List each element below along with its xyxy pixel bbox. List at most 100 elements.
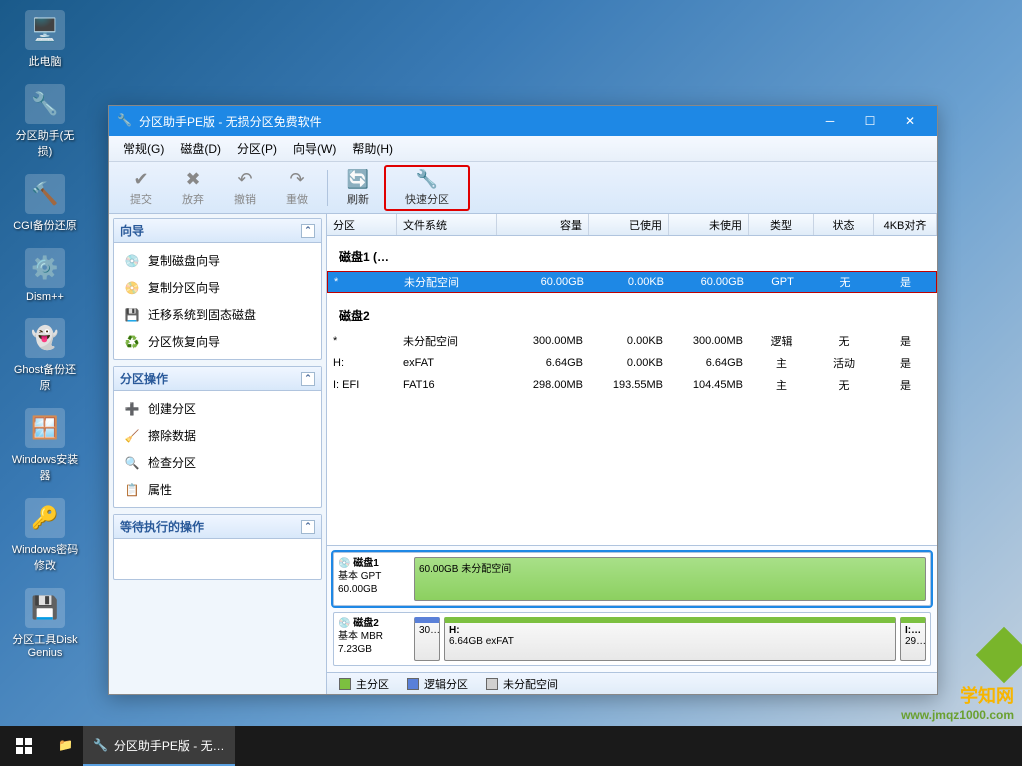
- wizard-panel-title: 向导: [120, 222, 144, 239]
- menu-bar: 常规(G)磁盘(D)分区(P)向导(W)帮助(H): [109, 136, 937, 162]
- app-icon: 🔧: [117, 113, 133, 129]
- toolbar-icon: 🔄: [347, 169, 369, 191]
- desktop-icon-0[interactable]: 🖥️ 此电脑: [10, 10, 80, 69]
- column-header[interactable]: 未使用: [669, 214, 749, 235]
- toolbar-icon: ↶: [237, 169, 252, 191]
- disk-group-title[interactable]: 磁盘1 (…: [327, 242, 937, 271]
- toolbar-快速分区[interactable]: 🔧快速分区: [384, 165, 470, 211]
- table-cell: 无: [815, 274, 875, 290]
- desktop-icon-6[interactable]: 🔑Windows密码修改: [10, 498, 80, 573]
- desktop-icon-image: 🖥️: [25, 10, 65, 50]
- table-cell: 0.00KB: [590, 276, 670, 288]
- sidebar-item[interactable]: 🧹 擦除数据: [114, 422, 321, 449]
- column-header[interactable]: 容量: [497, 214, 589, 235]
- title-bar[interactable]: 🔧 分区助手PE版 - 无损分区免费软件 ─ ☐ ✕: [109, 106, 937, 136]
- disk-group-title[interactable]: 磁盘2: [327, 301, 937, 330]
- desktop-icon-label: Windows安装器: [10, 451, 80, 483]
- table-cell: *: [328, 276, 398, 288]
- toolbar-刷新[interactable]: 🔄刷新: [332, 165, 384, 211]
- sidebar-item[interactable]: ♻️分区恢复向导: [114, 328, 321, 355]
- minimize-button[interactable]: ─: [811, 109, 849, 133]
- desktop-icon-image: 👻: [25, 318, 65, 358]
- collapse-icon[interactable]: ⌃: [301, 372, 315, 386]
- sidebar-item-icon: 🧹: [124, 428, 140, 444]
- partition-table[interactable]: 磁盘1 (…*未分配空间60.00GB0.00KB60.00GBGPT无是磁盘2…: [327, 236, 937, 545]
- desktop-icon-image: ⚙️: [25, 248, 65, 288]
- desktop-icon-label: 分区工具DiskGenius: [10, 631, 80, 659]
- sidebar-item[interactable]: 💿复制磁盘向导: [114, 247, 321, 274]
- sidebar-item-label: 擦除数据: [148, 427, 196, 444]
- table-cell: 是: [874, 355, 937, 371]
- sidebar-item[interactable]: 💾迁移系统到固态磁盘: [114, 301, 321, 328]
- desktop-icon-5[interactable]: 🪟Windows安装器: [10, 408, 80, 483]
- taskbar-item[interactable]: 🔧分区助手PE版 - 无…: [83, 726, 235, 766]
- table-cell: 是: [874, 377, 937, 393]
- column-header[interactable]: 类型: [749, 214, 814, 235]
- start-button[interactable]: [0, 726, 48, 766]
- menu-item[interactable]: 分区(P): [229, 136, 285, 161]
- partition-ops-panel: 分区操作 ⌃ ➕创建分区🧹擦除数据🔍检查分区📋属性: [113, 366, 322, 508]
- legend-swatch: [407, 678, 419, 690]
- taskbar-item-icon: 🔧: [93, 738, 108, 752]
- taskbar-item[interactable]: 📁: [48, 726, 83, 766]
- toolbar-label: 提交: [130, 191, 152, 207]
- column-header[interactable]: 文件系统: [397, 214, 497, 235]
- table-row[interactable]: *未分配空间60.00GB0.00KB60.00GBGPT无是: [327, 271, 937, 293]
- table-cell: 193.55MB: [589, 379, 669, 391]
- menu-item[interactable]: 磁盘(D): [172, 136, 229, 161]
- table-cell: 0.00KB: [589, 357, 669, 369]
- toolbar-撤销: ↶撤销: [219, 165, 271, 211]
- sidebar-item[interactable]: 📋属性: [114, 476, 321, 503]
- menu-item[interactable]: 常规(G): [115, 136, 172, 161]
- close-button[interactable]: ✕: [891, 109, 929, 133]
- sidebar-item[interactable]: 🔍检查分区: [114, 449, 321, 476]
- desktop-icon-2[interactable]: 🔨CGI备份还原: [10, 174, 80, 233]
- toolbar-提交: ✔提交: [115, 165, 167, 211]
- table-cell: 300.00MB: [669, 335, 749, 347]
- disk-viz-row[interactable]: 💿 磁盘1基本 GPT60.00GB60.00GB 未分配空间: [333, 552, 931, 606]
- menu-item[interactable]: 帮助(H): [344, 136, 401, 161]
- table-cell: 未分配空间: [397, 333, 497, 349]
- sidebar-item-icon: 📀: [124, 280, 140, 296]
- menu-item[interactable]: 向导(W): [285, 136, 344, 161]
- disk-bar[interactable]: 60.00GB 未分配空间: [414, 557, 926, 601]
- disk-bar[interactable]: 30…: [414, 617, 440, 661]
- taskbar-item-icon: 📁: [58, 738, 73, 752]
- sidebar-item[interactable]: 📀复制分区向导: [114, 274, 321, 301]
- toolbar-label: 撤销: [234, 191, 256, 207]
- sidebar-item[interactable]: ➕ 创建分区: [114, 395, 321, 422]
- column-header[interactable]: 状态: [814, 214, 874, 235]
- table-row[interactable]: *未分配空间300.00MB0.00KB300.00MB逻辑无是: [327, 330, 937, 352]
- app-window: 🔧 分区助手PE版 - 无损分区免费软件 ─ ☐ ✕ 常规(G)磁盘(D)分区(…: [108, 105, 938, 695]
- desktop-icon-3[interactable]: ⚙️ Dism++: [10, 248, 80, 303]
- window-title: 分区助手PE版 - 无损分区免费软件: [139, 113, 811, 130]
- table-cell: 60.00GB: [498, 276, 590, 288]
- pending-panel: 等待执行的操作 ⌃: [113, 514, 322, 580]
- desktop-icon-label: CGI备份还原: [13, 217, 77, 233]
- desktop-icon-label: 此电脑: [29, 53, 62, 69]
- maximize-button[interactable]: ☐: [851, 109, 889, 133]
- table-cell: 6.64GB: [669, 357, 749, 369]
- sidebar-item-icon: 💿: [124, 253, 140, 269]
- collapse-icon[interactable]: ⌃: [301, 520, 315, 534]
- sidebar-item-label: 创建分区: [148, 400, 196, 417]
- table-cell: 活动: [814, 355, 874, 371]
- disk-bar[interactable]: H:6.64GB exFAT: [444, 617, 896, 661]
- column-header[interactable]: 已使用: [589, 214, 669, 235]
- desktop-icon-label: Dism++: [26, 291, 64, 303]
- collapse-icon[interactable]: ⌃: [301, 224, 315, 238]
- legend-label: 逻辑分区: [424, 676, 468, 692]
- toolbar-label: 放弃: [182, 191, 204, 207]
- desktop-icon-1[interactable]: 🔧分区助手(无损): [10, 84, 80, 159]
- desktop-icon-7[interactable]: 💾分区工具DiskGenius: [10, 588, 80, 659]
- column-header[interactable]: 分区: [327, 214, 397, 235]
- disk-visualization: 💿 磁盘1基本 GPT60.00GB60.00GB 未分配空间 💿 磁盘2基本 M…: [327, 545, 937, 672]
- column-header[interactable]: 4KB对齐: [874, 214, 937, 235]
- legend-item: 逻辑分区: [407, 676, 468, 692]
- sidebar-item-icon: ➕: [124, 401, 140, 417]
- table-row[interactable]: I: EFIFAT16298.00MB193.55MB104.45MB主无是: [327, 374, 937, 396]
- toolbar-icon: 🔧: [416, 169, 438, 191]
- disk-viz-row[interactable]: 💿 磁盘2基本 MBR7.23GB30…H:6.64GB exFATI:…29…: [333, 612, 931, 666]
- desktop-icon-4[interactable]: 👻Ghost备份还原: [10, 318, 80, 393]
- table-row[interactable]: H:exFAT6.64GB0.00KB6.64GB主活动是: [327, 352, 937, 374]
